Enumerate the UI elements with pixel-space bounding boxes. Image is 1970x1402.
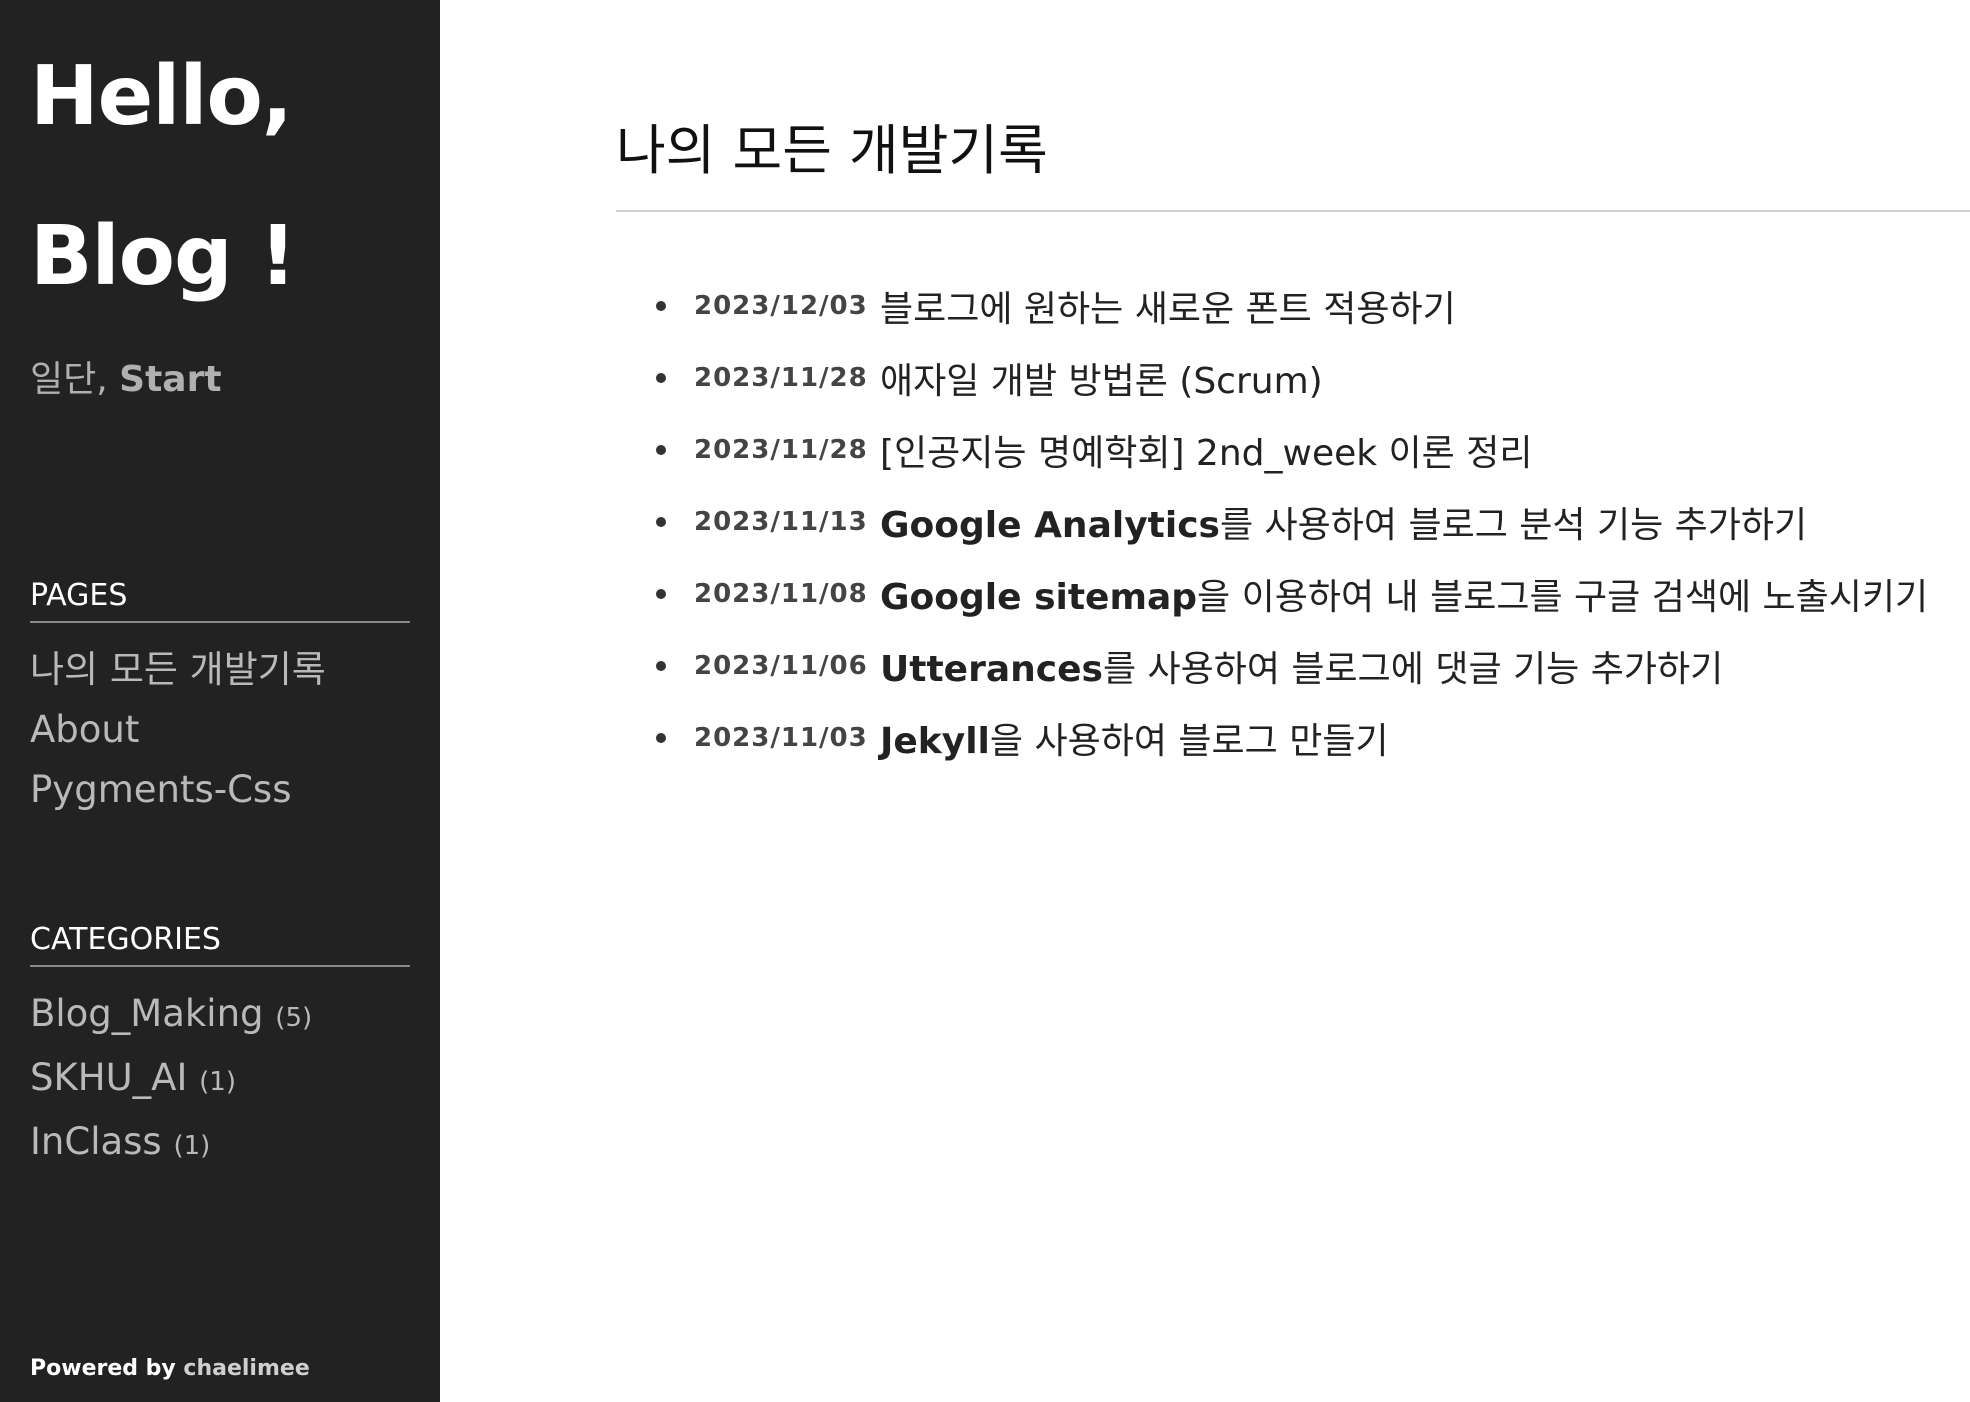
- post-list-item: 2023/12/03 블로그에 원하는 새로운 폰트 적용하기: [616, 270, 1928, 342]
- bullet-icon: [656, 445, 666, 455]
- categories-heading: CATEGORIES: [30, 922, 410, 967]
- tagline-text: 일단,: [30, 359, 120, 400]
- post-title-link[interactable]: Utterances를 사용하여 블로그에 댓글 기능 추가하기: [880, 640, 1723, 692]
- post-title-link[interactable]: Jekyll을 사용하여 블로그 만들기: [880, 712, 1389, 764]
- title-divider: [616, 210, 1970, 212]
- post-list-item: 2023/11/03 Jekyll을 사용하여 블로그 만들기: [616, 702, 1928, 774]
- post-title-text: 애자일 개발 방법론 (Scrum): [880, 361, 1323, 402]
- post-list: 2023/12/03 블로그에 원하는 새로운 폰트 적용하기 2023/11/…: [616, 270, 1928, 774]
- post-title-strong: Jekyll: [880, 721, 990, 762]
- post-date: 2023/11/28: [694, 363, 868, 393]
- bullet-icon: [656, 661, 666, 671]
- post-title-text: 을 이용하여 내 블로그를 구글 검색에 노출시키기: [1197, 577, 1929, 618]
- category-count: (5): [275, 1003, 313, 1033]
- bullet-icon: [656, 733, 666, 743]
- post-title-link[interactable]: Google sitemap을 이용하여 내 블로그를 구글 검색에 노출시키기: [880, 568, 1928, 620]
- page-link-pygments-css[interactable]: Pygments-Css: [30, 760, 326, 820]
- post-title-strong: Utterances: [880, 649, 1103, 690]
- post-title-link[interactable]: [인공지능 명예학회] 2nd_week 이론 정리: [880, 424, 1532, 476]
- main-content: 나의 모든 개발기록 2023/12/03 블로그에 원하는 새로운 폰트 적용…: [440, 0, 1970, 1402]
- post-date: 2023/11/08: [694, 579, 868, 609]
- post-list-item: 2023/11/28 애자일 개발 방법론 (Scrum): [616, 342, 1928, 414]
- bullet-icon: [656, 373, 666, 383]
- post-title-link[interactable]: 블로그에 원하는 새로운 폰트 적용하기: [880, 280, 1456, 332]
- sidebar: Hello, Blog ! 일단, Start PAGES 나의 모든 개발기록…: [0, 0, 440, 1402]
- powered-by-label: Powered by: [30, 1356, 184, 1381]
- site-tagline: 일단, Start: [30, 350, 222, 402]
- post-date: 2023/11/03: [694, 723, 868, 753]
- site-title-line-2[interactable]: Blog !: [30, 216, 297, 298]
- post-title-strong: Google sitemap: [880, 577, 1198, 618]
- post-date: 2023/11/06: [694, 651, 868, 681]
- pages-list: 나의 모든 개발기록 About Pygments-Css: [30, 640, 326, 820]
- post-date: 2023/11/13: [694, 507, 868, 537]
- post-list-item: 2023/11/28 [인공지능 명예학회] 2nd_week 이론 정리: [616, 414, 1928, 486]
- categories-list: Blog_Making (5) SKHU_AI (1) InClass (1): [30, 984, 312, 1176]
- site-title-line-1[interactable]: Hello,: [30, 56, 293, 138]
- bullet-icon: [656, 589, 666, 599]
- post-title-link[interactable]: 애자일 개발 방법론 (Scrum): [880, 352, 1323, 404]
- category-label: InClass: [30, 1120, 162, 1163]
- post-list-item: 2023/11/13 Google Analytics를 사용하여 블로그 분석…: [616, 486, 1928, 558]
- post-title-strong: Google Analytics: [880, 505, 1220, 546]
- post-list-item: 2023/11/08 Google sitemap을 이용하여 내 블로그를 구…: [616, 558, 1928, 630]
- category-link-blog-making[interactable]: Blog_Making (5): [30, 984, 312, 1048]
- post-date: 2023/11/28: [694, 435, 868, 465]
- post-title-text: [인공지능 명예학회] 2nd_week 이론 정리: [880, 433, 1533, 474]
- page-link-all-posts[interactable]: 나의 모든 개발기록: [30, 640, 326, 700]
- post-title-text: 블로그에 원하는 새로운 폰트 적용하기: [880, 289, 1456, 330]
- powered-by: Powered by chaelimee: [30, 1356, 310, 1381]
- powered-by-author-link[interactable]: chaelimee: [183, 1356, 309, 1381]
- category-label: Blog_Making: [30, 992, 264, 1035]
- post-title-text: 를 사용하여 블로그 분석 기능 추가하기: [1219, 505, 1808, 546]
- page-link-about[interactable]: About: [30, 700, 326, 760]
- category-count: (1): [173, 1131, 211, 1161]
- bullet-icon: [656, 301, 666, 311]
- category-link-inclass[interactable]: InClass (1): [30, 1112, 312, 1176]
- post-list-item: 2023/11/06 Utterances를 사용하여 블로그에 댓글 기능 추…: [616, 630, 1928, 702]
- tagline-strong: Start: [119, 359, 222, 400]
- post-title-link[interactable]: Google Analytics를 사용하여 블로그 분석 기능 추가하기: [880, 496, 1807, 548]
- category-link-skhu-ai[interactable]: SKHU_AI (1): [30, 1048, 312, 1112]
- post-title-text: 를 사용하여 블로그에 댓글 기능 추가하기: [1102, 649, 1724, 690]
- post-date: 2023/12/03: [694, 291, 868, 321]
- post-title-text: 을 사용하여 블로그 만들기: [989, 721, 1389, 762]
- category-count: (1): [199, 1067, 236, 1097]
- page-title: 나의 모든 개발기록: [616, 119, 1048, 182]
- bullet-icon: [656, 517, 666, 527]
- category-label: SKHU_AI: [30, 1056, 188, 1099]
- pages-heading: PAGES: [30, 578, 410, 623]
